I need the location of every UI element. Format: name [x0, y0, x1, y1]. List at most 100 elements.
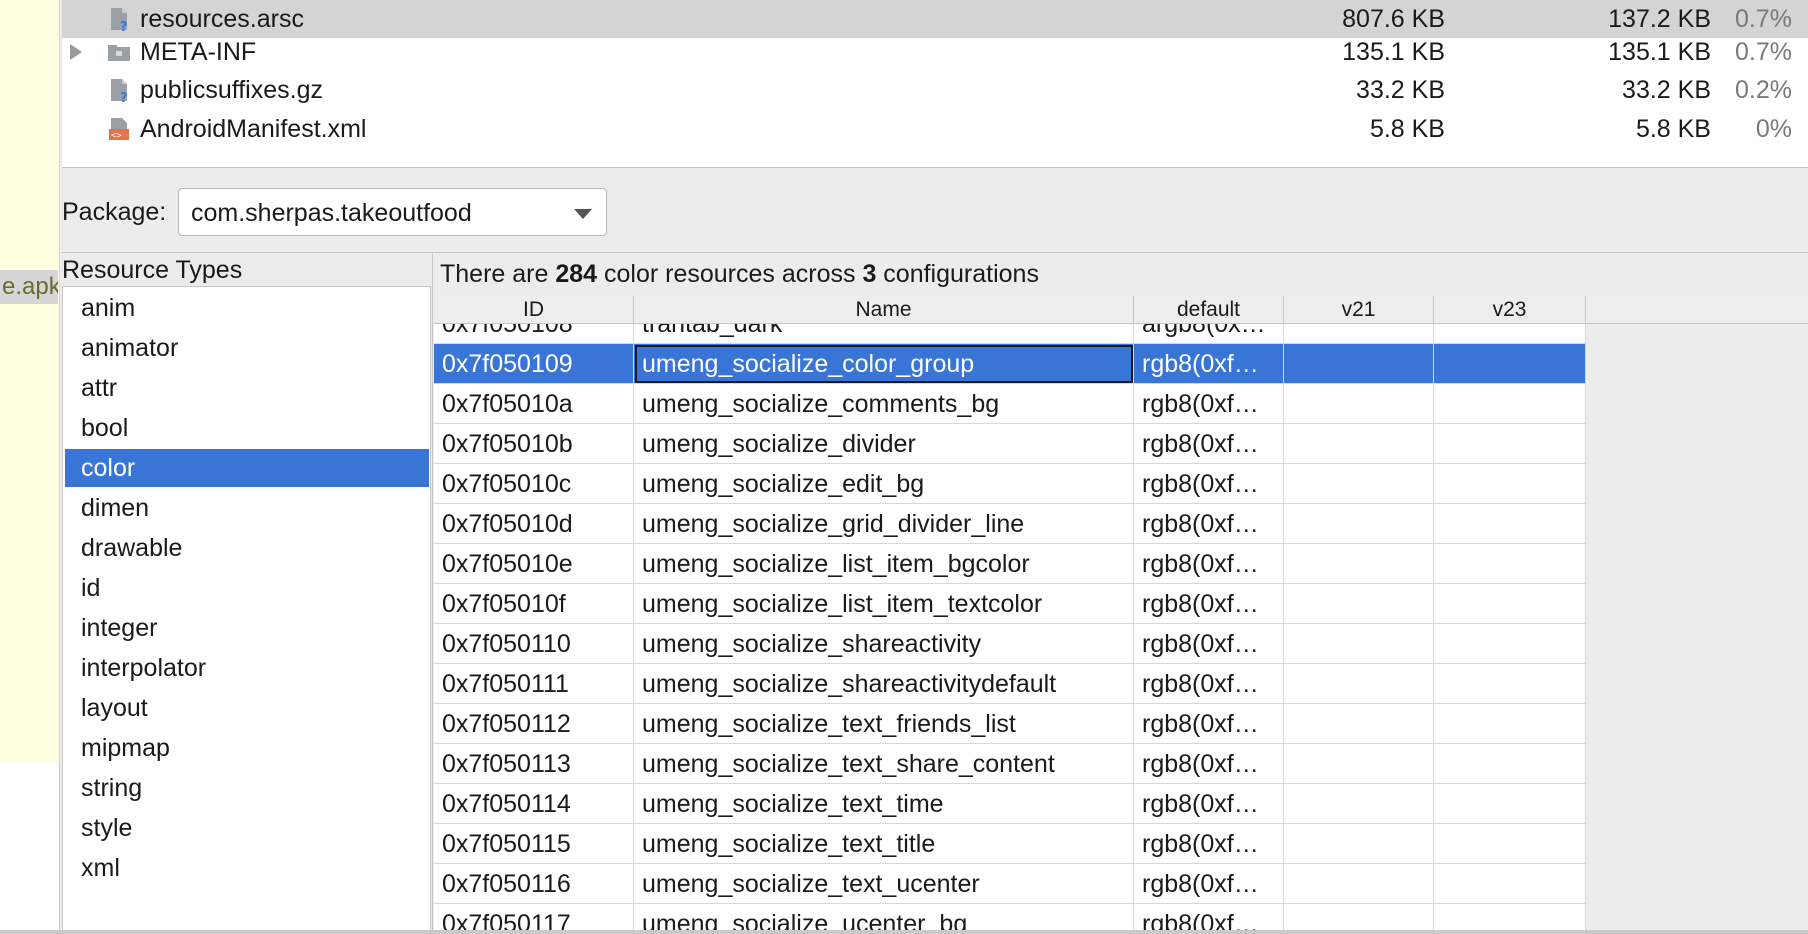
- cell-v21[interactable]: [1284, 384, 1434, 424]
- cell-name[interactable]: umeng_socialize_shareactivity: [634, 624, 1134, 664]
- resource-type-item[interactable]: xml: [65, 849, 429, 887]
- cell-name[interactable]: umeng_socialize_list_item_bgcolor: [634, 544, 1134, 584]
- file-row-androidmanifest[interactable]: <> AndroidManifest.xml 5.8 KB 5.8 KB 0%: [62, 110, 1808, 148]
- cell-v23[interactable]: [1434, 384, 1586, 424]
- cell-v23[interactable]: [1434, 464, 1586, 504]
- table-row[interactable]: 0x7f050114 umeng_socialize_text_time rgb8(…: [434, 784, 1586, 824]
- resource-type-item[interactable]: string: [65, 769, 429, 807]
- cell-default[interactable]: rgb8(0xf…: [1134, 424, 1284, 464]
- cell-default[interactable]: rgb8(0xf…: [1134, 864, 1284, 904]
- expand-arrow-icon[interactable]: [70, 44, 82, 60]
- cell-default[interactable]: rgb8(0xf…: [1134, 744, 1284, 784]
- table-row[interactable]: 0x7f050110 umeng_socialize_shareactivity r…: [434, 624, 1586, 664]
- table-row[interactable]: 0x7f050112 umeng_socialize_text_friends_l…: [434, 704, 1586, 744]
- package-dropdown[interactable]: com.sherpas.takeoutfood: [178, 188, 607, 236]
- table-row[interactable]: 0x7f050116 umeng_socialize_text_ucenter rg…: [434, 864, 1586, 904]
- cell-v21[interactable]: [1284, 584, 1434, 624]
- cell-v23[interactable]: [1434, 864, 1586, 904]
- resource-type-item[interactable]: mipmap: [65, 729, 429, 767]
- cell-v21[interactable]: [1284, 504, 1434, 544]
- file-row-meta-inf[interactable]: META-INF 135.1 KB 135.1 KB 0.7%: [62, 33, 1808, 71]
- cell-id[interactable]: 0x7f050109: [434, 344, 634, 384]
- column-header-v23[interactable]: v23: [1434, 296, 1586, 324]
- cell-id[interactable]: 0x7f050116: [434, 864, 634, 904]
- cell-name[interactable]: umeng_socialize_text_ucenter: [634, 864, 1134, 904]
- cell-name[interactable]: umeng_socialize_text_time: [634, 784, 1134, 824]
- column-header-name[interactable]: Name: [634, 296, 1134, 324]
- cell-name[interactable]: umeng_socialize_text_title: [634, 824, 1134, 864]
- column-header-v21[interactable]: v21: [1284, 296, 1434, 324]
- resource-types-list[interactable]: anim animator attr bool color dimen draw…: [62, 286, 431, 934]
- cell-name[interactable]: umeng_socialize_shareactivitydefault: [634, 664, 1134, 704]
- cell-default[interactable]: rgb8(0xf…: [1134, 344, 1284, 384]
- table-row[interactable]: 0x7f05010a umeng_socialize_comments_bg rgb…: [434, 384, 1586, 424]
- cell-default[interactable]: rgb8(0xf…: [1134, 824, 1284, 864]
- cell-id[interactable]: 0x7f050110: [434, 624, 634, 664]
- cell-id[interactable]: 0x7f050108: [434, 324, 634, 344]
- cell-name[interactable]: umeng_socialize_comments_bg: [634, 384, 1134, 424]
- cell-id[interactable]: 0x7f05010d: [434, 504, 634, 544]
- resource-type-item[interactable]: attr: [65, 369, 429, 407]
- resource-type-item[interactable]: bool: [65, 409, 429, 447]
- resource-type-item[interactable]: id: [65, 569, 429, 607]
- cell-default[interactable]: rgb8(0xf…: [1134, 664, 1284, 704]
- cell-default[interactable]: rgb8(0xf…: [1134, 464, 1284, 504]
- cell-id[interactable]: 0x7f05010b: [434, 424, 634, 464]
- cell-v21[interactable]: [1284, 344, 1434, 384]
- cell-id[interactable]: 0x7f050114: [434, 784, 634, 824]
- resource-type-item[interactable]: integer: [65, 609, 429, 647]
- cell-default[interactable]: rgb8(0xf…: [1134, 384, 1284, 424]
- cell-v23[interactable]: [1434, 744, 1586, 784]
- cell-v23[interactable]: [1434, 624, 1586, 664]
- cell-v23[interactable]: [1434, 324, 1586, 344]
- cell-name[interactable]: umeng_socialize_text_share_content: [634, 744, 1134, 784]
- cell-name[interactable]: umeng_socialize_grid_divider_line: [634, 504, 1134, 544]
- cell-v21[interactable]: [1284, 624, 1434, 664]
- cell-id[interactable]: 0x7f05010e: [434, 544, 634, 584]
- resource-type-item[interactable]: style: [65, 809, 429, 847]
- cell-id[interactable]: 0x7f050115: [434, 824, 634, 864]
- file-row-publicsuffixes[interactable]: ? publicsuffixes.gz 33.2 KB 33.2 KB 0.2%: [62, 71, 1808, 109]
- cell-default[interactable]: rgb8(0xf…: [1134, 584, 1284, 624]
- table-row[interactable]: 0x7f050113 umeng_socialize_text_share_con…: [434, 744, 1586, 784]
- cell-v23[interactable]: [1434, 704, 1586, 744]
- table-row[interactable]: 0x7f05010e umeng_socialize_list_item_bgco…: [434, 544, 1586, 584]
- column-header-id[interactable]: ID: [434, 296, 634, 324]
- panel-divider[interactable]: [432, 252, 433, 934]
- cell-v23[interactable]: [1434, 664, 1586, 704]
- resource-type-item-selected[interactable]: color: [65, 449, 429, 487]
- cell-v23[interactable]: [1434, 824, 1586, 864]
- cell-v23[interactable]: [1434, 584, 1586, 624]
- cell-name[interactable]: umeng_socialize_list_item_textcolor: [634, 584, 1134, 624]
- cell-default[interactable]: argb8(0x…: [1134, 324, 1284, 344]
- cell-name[interactable]: umeng_socialize_text_friends_list: [634, 704, 1134, 744]
- cell-v21[interactable]: [1284, 824, 1434, 864]
- table-row[interactable]: 0x7f050109 umeng_socialize_color_group rgb…: [434, 344, 1586, 384]
- cell-v21[interactable]: [1284, 784, 1434, 824]
- table-row[interactable]: 0x7f050108 trantab_dark argb8(0x…: [434, 324, 1586, 344]
- cell-v21[interactable]: [1284, 544, 1434, 584]
- cell-id[interactable]: 0x7f05010c: [434, 464, 634, 504]
- cell-v23[interactable]: [1434, 784, 1586, 824]
- cell-default[interactable]: rgb8(0xf…: [1134, 784, 1284, 824]
- table-body[interactable]: 0x7f050108 trantab_dark argb8(0x… 0x7f05010…: [434, 324, 1586, 934]
- table-row[interactable]: 0x7f050111 umeng_socialize_shareactivityd…: [434, 664, 1586, 704]
- cell-v21[interactable]: [1284, 664, 1434, 704]
- cell-id[interactable]: 0x7f05010f: [434, 584, 634, 624]
- cell-default[interactable]: rgb8(0xf…: [1134, 704, 1284, 744]
- cell-id[interactable]: 0x7f050112: [434, 704, 634, 744]
- cell-v21[interactable]: [1284, 424, 1434, 464]
- cell-name[interactable]: umeng_socialize_edit_bg: [634, 464, 1134, 504]
- cell-v23[interactable]: [1434, 344, 1586, 384]
- resource-type-item[interactable]: animator: [65, 329, 429, 367]
- table-row[interactable]: 0x7f05010d umeng_socialize_grid_divider_l…: [434, 504, 1586, 544]
- cell-v23[interactable]: [1434, 504, 1586, 544]
- cell-v21[interactable]: [1284, 464, 1434, 504]
- resource-type-item[interactable]: anim: [65, 289, 429, 327]
- resource-type-item[interactable]: interpolator: [65, 649, 429, 687]
- cell-id[interactable]: 0x7f050111: [434, 664, 634, 704]
- resource-type-item[interactable]: layout: [65, 689, 429, 727]
- table-row[interactable]: 0x7f05010c umeng_socialize_edit_bg rgb8(0x…: [434, 464, 1586, 504]
- cell-default[interactable]: rgb8(0xf…: [1134, 624, 1284, 664]
- cell-v21[interactable]: [1284, 864, 1434, 904]
